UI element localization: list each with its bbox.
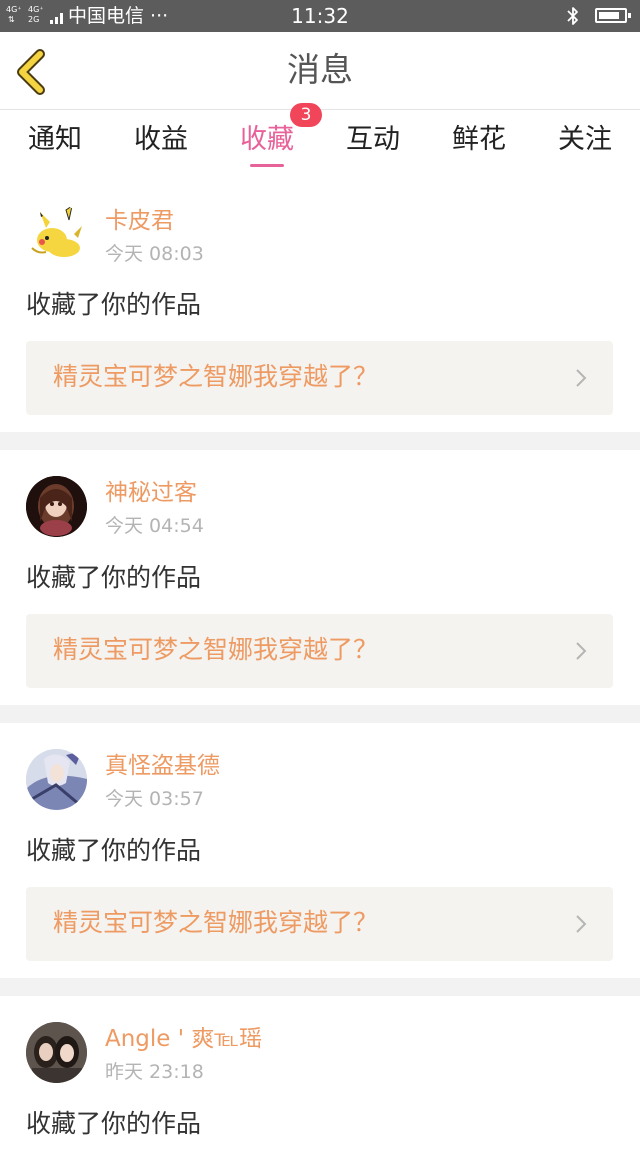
message-time: 今天 08:03 (105, 243, 204, 265)
username[interactable]: Angle ' 爽℡瑶 (105, 1024, 262, 1054)
avatar[interactable] (26, 204, 87, 265)
photo-avatar-icon (26, 1022, 87, 1083)
status-bar: 4G⁺ 4G⁺ ⇅ 2G 中国电信 ··· 11:32 (0, 0, 640, 32)
avatar[interactable] (26, 476, 87, 537)
work-link[interactable]: 精灵宝可梦之智娜我穿越了？ (26, 887, 613, 961)
work-title: 精灵宝可梦之智娜我穿越了？ (53, 635, 379, 664)
doll-avatar-icon (26, 476, 87, 537)
top-bar: 消息 (0, 32, 640, 110)
chevron-right-icon (576, 642, 587, 660)
message-text: 收藏了你的作品 (26, 1109, 202, 1138)
message-time: 今天 04:54 (105, 515, 204, 537)
message-text: 收藏了你的作品 (26, 290, 202, 319)
message-card: 真怪盗基德 今天 03:57 收藏了你的作品 精灵宝可梦之智娜我穿越了？ (0, 723, 640, 978)
message-time: 昨天 23:18 (105, 1061, 204, 1083)
tab-follows[interactable]: 关注 (535, 122, 635, 158)
username[interactable]: 真怪盗基德 (105, 751, 220, 781)
message-card: 卡皮君 今天 08:03 收藏了你的作品 精灵宝可梦之智娜我穿越了？ (0, 176, 640, 432)
divider (0, 705, 640, 723)
status-time: 11:32 (291, 4, 349, 28)
tab-notifications[interactable]: 通知 (5, 122, 105, 158)
divider (0, 978, 640, 996)
battery-icon (595, 8, 631, 23)
message-time: 今天 03:57 (105, 788, 204, 810)
pikachu-avatar-icon (26, 204, 87, 265)
avatar[interactable] (26, 749, 87, 810)
tab-flowers[interactable]: 鲜花 (429, 122, 529, 158)
tab-interactions[interactable]: 互动 (323, 122, 423, 158)
message-list: 卡皮君 今天 08:03 收藏了你的作品 精灵宝可梦之智娜我穿越了？ 神秘过客 … (0, 176, 640, 1156)
active-tab-indicator (250, 164, 284, 167)
message-text: 收藏了你的作品 (26, 836, 202, 865)
work-link[interactable]: 精灵宝可梦之智娜我穿越了？ (26, 341, 613, 415)
message-card: Angle ' 爽℡瑶 昨天 23:18 收藏了你的作品 (0, 996, 640, 1156)
page-title: 消息 (287, 50, 353, 89)
message-card: 神秘过客 今天 04:54 收藏了你的作品 精灵宝可梦之智娜我穿越了？ (0, 450, 640, 705)
avatar[interactable] (26, 1022, 87, 1083)
tab-earnings[interactable]: 收益 (111, 122, 211, 158)
favorites-count-badge: 3 (290, 103, 322, 127)
bluetooth-icon (567, 7, 578, 25)
divider (0, 432, 640, 450)
username[interactable]: 卡皮君 (105, 206, 174, 236)
tab-favorites[interactable]: 收藏 (217, 122, 317, 158)
message-text: 收藏了你的作品 (26, 563, 202, 592)
anime-avatar-icon (26, 749, 87, 810)
work-title: 精灵宝可梦之智娜我穿越了？ (53, 908, 379, 937)
username[interactable]: 神秘过客 (105, 478, 197, 508)
chevron-right-icon (576, 915, 587, 933)
chevron-right-icon (576, 369, 587, 387)
work-title: 精灵宝可梦之智娜我穿越了？ (53, 362, 379, 391)
work-link[interactable]: 精灵宝可梦之智娜我穿越了？ (26, 614, 613, 688)
